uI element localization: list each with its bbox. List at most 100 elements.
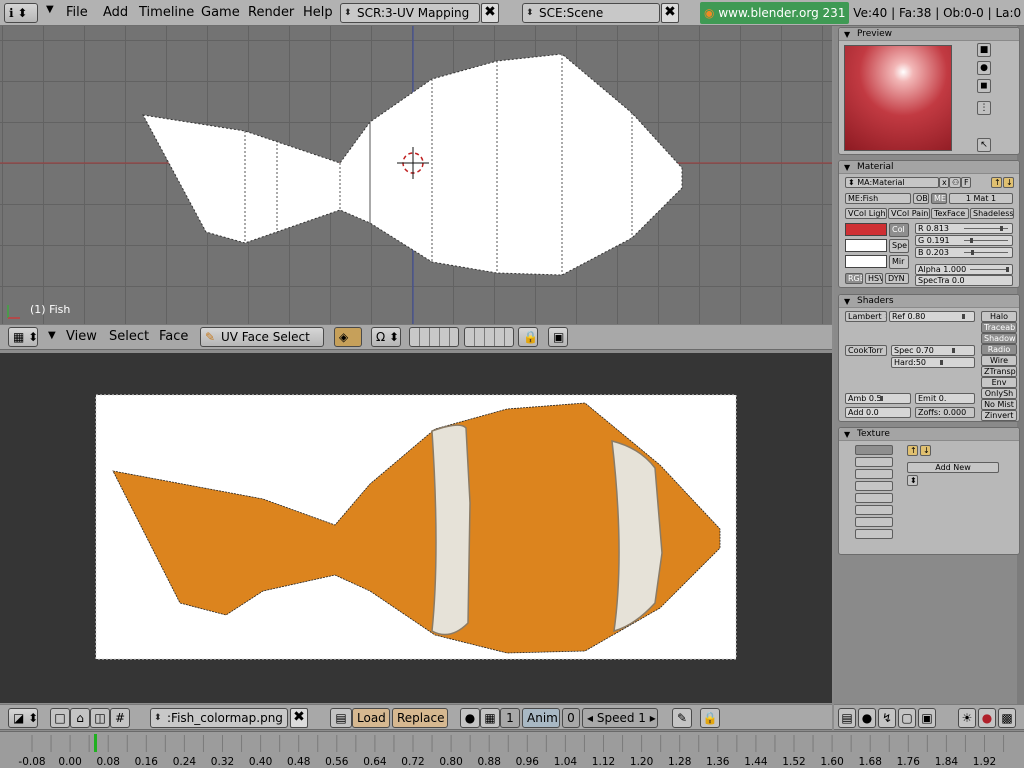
wire-toggle[interactable]: Wire [981,355,1017,366]
spectra-slider[interactable]: SpecTra 0.0 [915,275,1013,286]
zinvert-toggle[interactable]: Zinvert [981,410,1017,421]
zoom-icon[interactable]: ◫ [90,708,110,728]
unlink-image-button[interactable]: ✖ [290,708,308,728]
texture-channel-7[interactable] [855,517,893,527]
add-slider[interactable]: Add 0.0 [845,407,911,418]
texture-browse-icon[interactable]: ⬍ [907,475,918,486]
editor-type-3d-icon[interactable]: ▦ ⬍ [8,327,38,347]
collapse-menu-icon[interactable]: ▼ [46,4,54,15]
add-new-texture-button[interactable]: Add New [907,462,999,473]
shadow-toggle[interactable]: Shadow [981,333,1017,344]
texture-channel-1[interactable] [855,445,893,455]
uv-image-editor[interactable] [0,353,832,703]
specular-shader-select[interactable]: CookTorr ⬍ [845,345,887,356]
fake-user-button[interactable]: F [961,177,971,188]
current-frame-indicator[interactable] [94,734,97,752]
lock-icon[interactable]: 🔒 [700,708,720,728]
material-index-field[interactable]: 1 Mat 1 [949,193,1013,204]
menu-help[interactable]: Help [303,3,333,23]
material-arrow2-icon[interactable]: ↓ [1003,177,1014,188]
mesh-name-field[interactable]: ME:Fish [845,193,911,204]
menu-timeline[interactable]: Timeline [139,3,194,23]
lamp-tab-icon[interactable]: ☀ [958,708,976,728]
diffuse-shader-select[interactable]: Lambert ⬍ [845,311,887,322]
texture-channel-4[interactable] [855,481,893,491]
screen-selector[interactable]: ⬍ SCR:3-UV Mapping [340,3,480,23]
ztransp-toggle[interactable]: ZTransp [981,366,1017,377]
load-button[interactable]: Load [352,708,390,728]
editing-context-icon[interactable]: ▢ [898,708,916,728]
delete-scene-button[interactable]: ✖ [661,3,679,23]
emit-slider[interactable]: Emit 0. [915,393,975,404]
texture-channel-3[interactable] [855,469,893,479]
timeline-ruler[interactable]: -0.08 0.00 0.08 0.16 0.24 0.32 0.40 0.48 0.56 0.6… [0,731,1024,768]
material-name-field[interactable]: ⬍ MA:Material [845,177,939,188]
vcol-paint-toggle[interactable]: VCol Pain [888,208,930,219]
rgb-mode-button[interactable]: RGB [845,273,863,284]
alpha-slider[interactable]: Alpha 1.000 [915,264,1013,275]
halo-toggle[interactable]: Halo [981,311,1017,322]
info-editor-type-icon[interactable]: ℹ ⬍ [4,3,38,23]
anim-button[interactable]: Anim [522,708,560,728]
material-tab-icon[interactable]: ● [978,708,996,728]
pivot-selector[interactable]: Ω ⬍ [371,327,401,347]
lock-layers-icon[interactable]: 🔒 [518,327,538,347]
menu-view[interactable]: View [66,327,97,347]
tile-icon[interactable]: ▦ [480,708,500,728]
env-toggle[interactable]: Env [981,377,1017,388]
object-context-icon[interactable]: ↯ [878,708,896,728]
texture-channel-8[interactable] [855,529,893,539]
paint-icon[interactable]: ✎ [672,708,692,728]
shaders-panel-title[interactable]: ▼ Shaders [839,295,1019,308]
ob-link-button[interactable]: OB [913,193,929,204]
material-panel-title[interactable]: ▼ Material [839,161,1019,174]
col-swatch[interactable] [845,223,887,236]
collapse-menu-icon[interactable]: ▼ [48,330,56,341]
texture-panel-title[interactable]: ▼ Texture [839,428,1019,441]
texture-channel-2[interactable] [855,457,893,467]
replace-button[interactable]: Replace [392,708,448,728]
layer-buttons-b[interactable] [464,327,514,347]
texture-paste-icon[interactable]: ↓ [920,445,931,456]
preview-plane-icon[interactable]: ■ [977,43,991,57]
col-button[interactable]: Col [889,223,909,237]
draw-type-selector[interactable]: ◈ [334,327,362,347]
texture-channel-6[interactable] [855,505,893,515]
scene-selector[interactable]: ⬍ SCE:Scene [522,3,660,23]
radio-toggle[interactable]: Radio [981,344,1017,355]
preview-monkey-icon[interactable]: ⋮ [977,101,991,115]
preview-panel-title[interactable]: ▼ Preview [839,28,1019,41]
editor-type-image-icon[interactable]: ◪ ⬍ [8,708,38,728]
spe-button[interactable]: Spe [889,239,909,253]
frame-start-field[interactable]: 1 [500,708,520,728]
draw-tool-icon[interactable]: ● [460,708,480,728]
delete-material-button[interactable]: x [939,177,949,188]
onlyshadow-toggle[interactable]: OnlySh [981,388,1017,399]
menu-select[interactable]: Select [109,327,149,347]
logic-context-icon[interactable]: ▤ [838,708,856,728]
frame-end-field[interactable]: 0 [562,708,580,728]
material-arrow-icon[interactable]: ↑ [991,177,1002,188]
traceable-toggle[interactable]: Traceabl [981,322,1017,333]
delete-screen-button[interactable]: ✖ [481,3,499,23]
view-image-icon[interactable]: □ [50,708,70,728]
layer-buttons-a[interactable] [409,327,459,347]
menu-face[interactable]: Face [159,327,188,347]
speed-field[interactable]: ◂ Speed 1 ▸ [582,708,658,728]
preview-refresh-icon[interactable]: ↖ [977,138,991,152]
3d-viewport[interactable]: (1) Fish [0,26,832,324]
mir-swatch[interactable] [845,255,887,268]
amb-slider[interactable]: Amb 0.5 [845,393,911,404]
pack-icon[interactable]: ▤ [330,708,352,728]
mir-button[interactable]: Mir [889,255,909,269]
material-user-icon[interactable]: ⚇ [949,177,961,188]
zoffs-field[interactable]: Zoffs: 0.000 [915,407,975,418]
me-link-button[interactable]: ME [931,193,947,204]
texture-tab-icon[interactable]: ▩ [998,708,1016,728]
hsv-mode-button[interactable]: HSV [865,273,883,284]
shadeless-toggle[interactable]: Shadeless [970,208,1014,219]
menu-add[interactable]: Add [103,3,128,23]
b-slider[interactable]: B 0.203 [915,247,1013,258]
texface-toggle[interactable]: TexFace [931,208,969,219]
preview-cube-icon[interactable]: ◼ [977,79,991,93]
